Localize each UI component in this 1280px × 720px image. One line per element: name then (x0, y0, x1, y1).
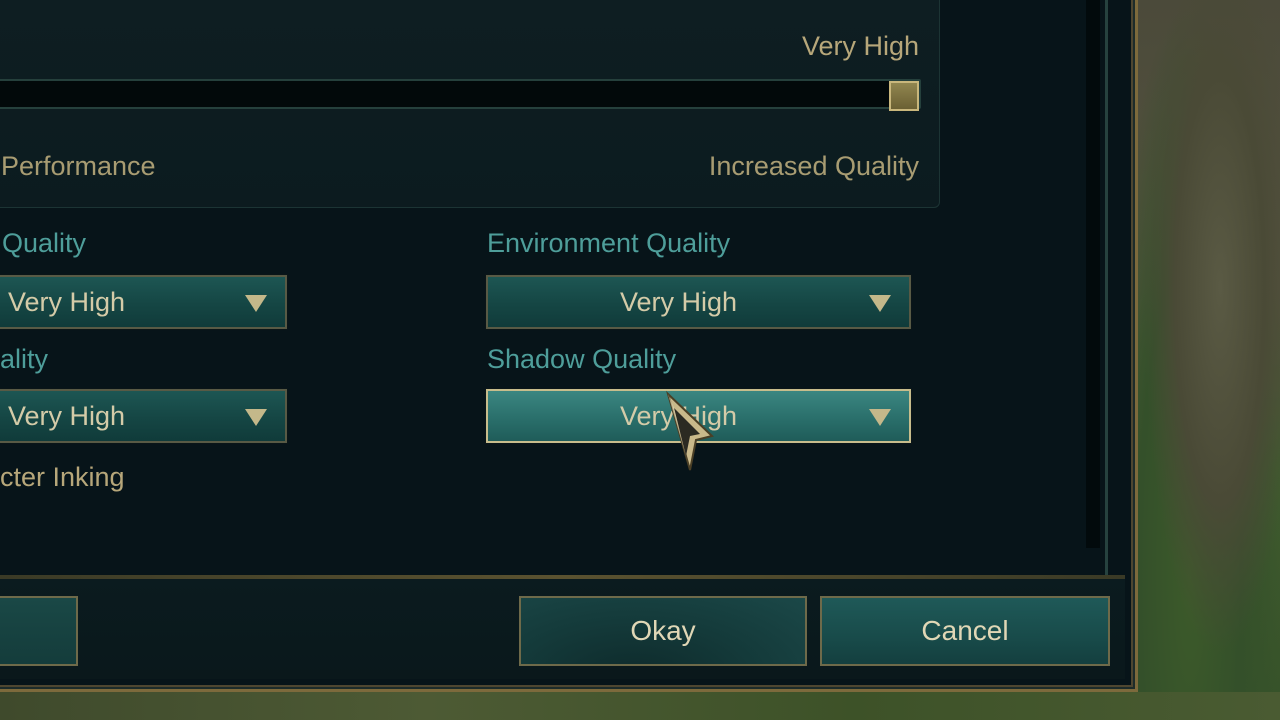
character-inking-label[interactable]: cter Inking (0, 462, 125, 493)
footer-left-button[interactable] (0, 596, 78, 666)
slider-value-label: Very High (801, 31, 919, 61)
effects-quality-label: ality (0, 344, 49, 374)
character-quality-label: Quality (2, 228, 87, 258)
character-quality-dropdown[interactable]: Very High (0, 274, 288, 330)
shadow-quality-label: Shadow Quality (487, 344, 677, 374)
graphics-slider-thumb[interactable] (889, 81, 919, 111)
chevron-down-icon (245, 409, 267, 426)
chevron-down-icon (869, 295, 891, 312)
okay-button[interactable]: Okay (519, 596, 807, 666)
chevron-down-icon (245, 295, 267, 312)
graphics-preset-panel: Very High Performance Increased Quality (0, 0, 940, 208)
cancel-button[interactable]: Cancel (820, 596, 1110, 666)
footer-divider (0, 575, 1125, 579)
graphics-slider-track[interactable] (0, 79, 921, 109)
slider-max-label: Increased Quality (708, 151, 919, 181)
effects-quality-dropdown[interactable]: Very High (0, 388, 288, 444)
environment-quality-label: Environment Quality (487, 228, 731, 258)
chevron-down-icon (869, 409, 891, 426)
game-world-background (1130, 0, 1280, 720)
character-quality-value: Very High (8, 287, 126, 317)
game-world-ground (0, 692, 1280, 720)
mouse-cursor-icon (666, 390, 715, 471)
scrollbar-track[interactable] (1086, 0, 1100, 548)
slider-min-label: Performance (1, 151, 156, 181)
environment-quality-value: Very High (619, 287, 738, 317)
environment-quality-dropdown[interactable]: Very High (485, 274, 912, 330)
effects-quality-value: Very High (8, 401, 126, 431)
